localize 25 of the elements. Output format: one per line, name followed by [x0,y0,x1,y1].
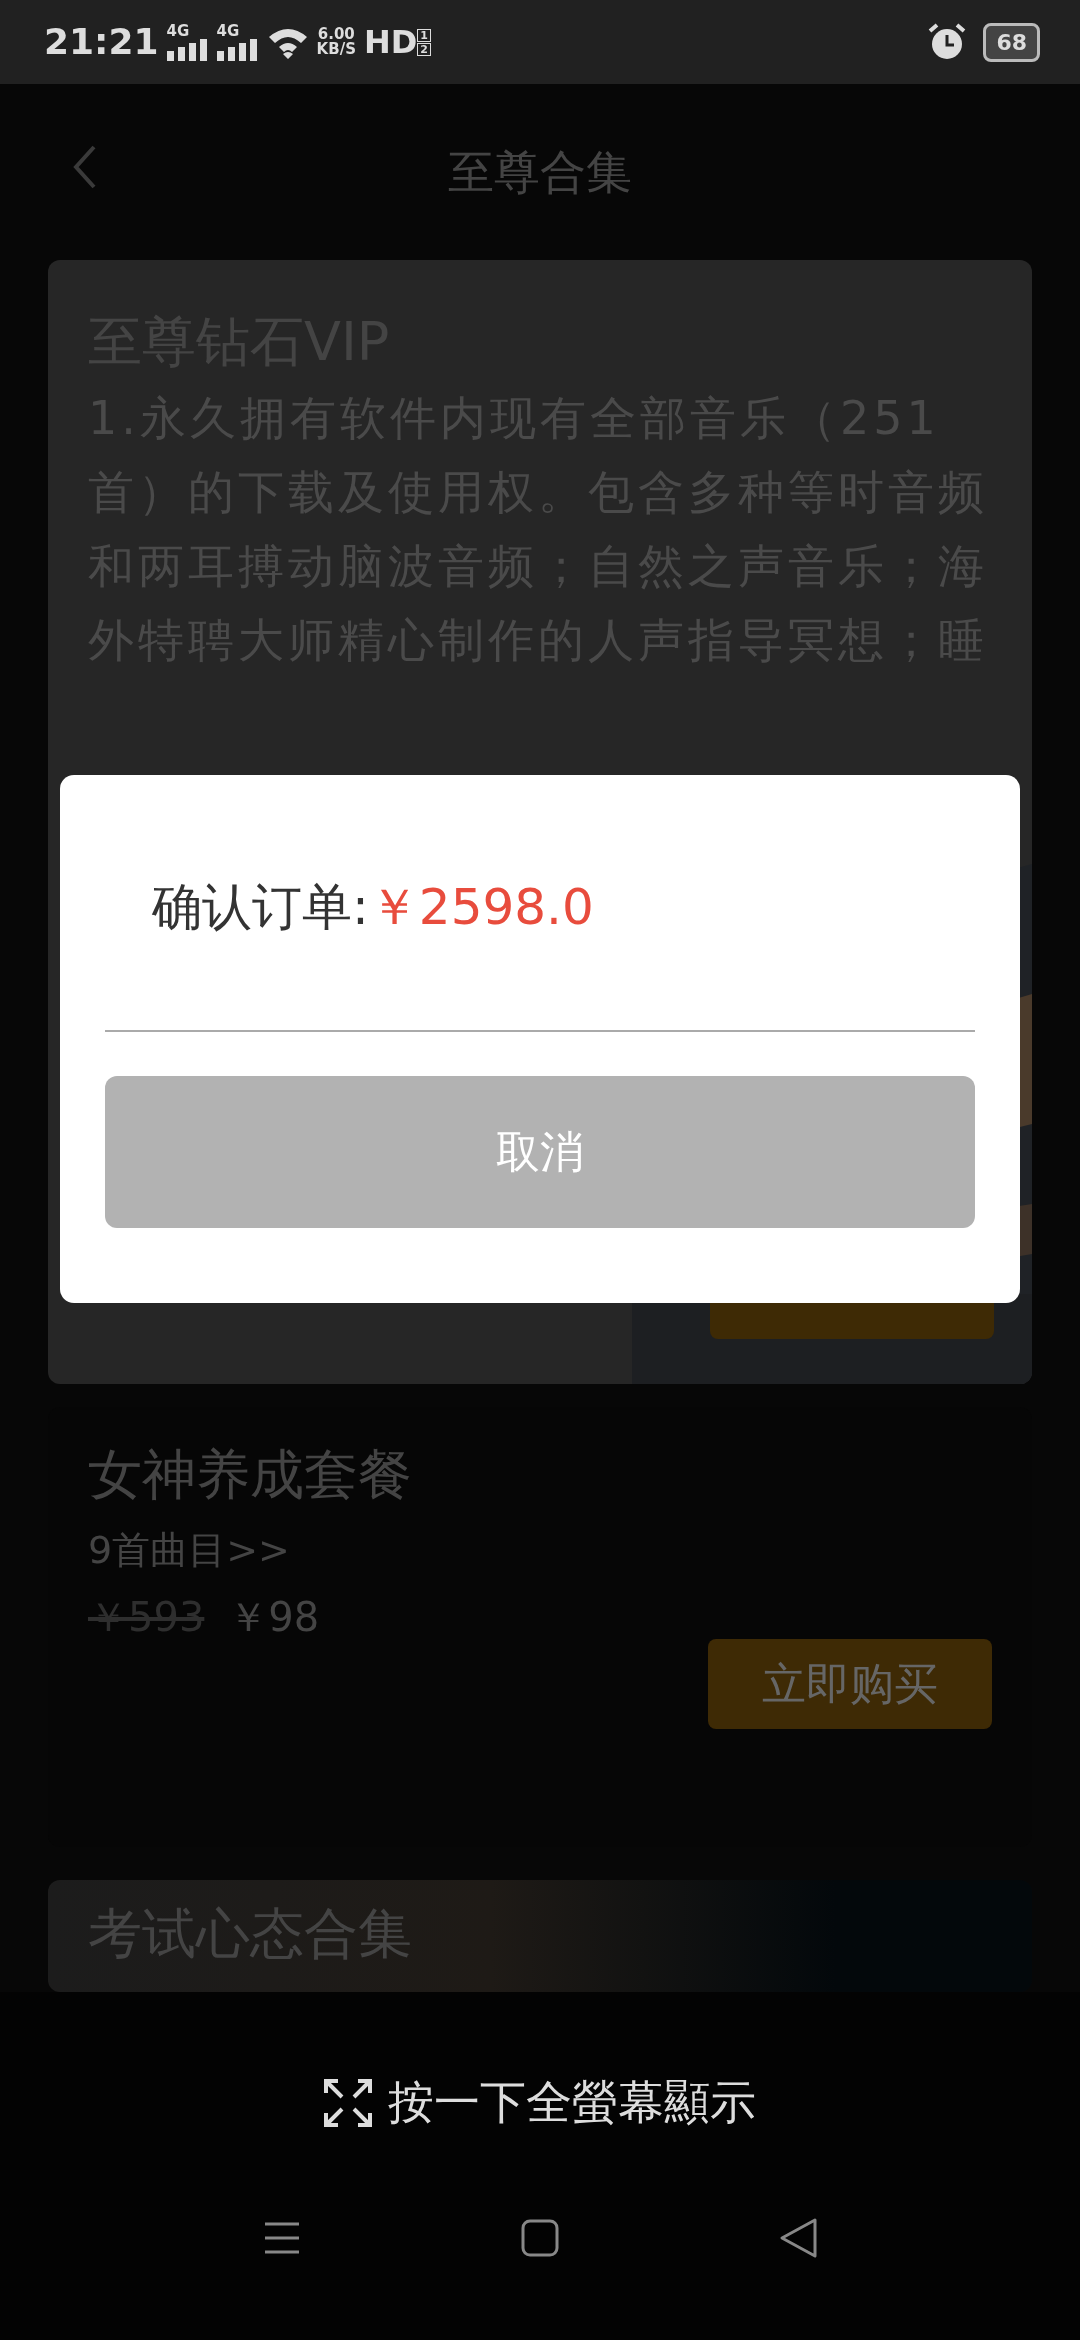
home-icon[interactable] [521,2219,559,2257]
sim-number: 2 [417,42,431,56]
network-type: 4G [216,23,241,39]
buy-button[interactable]: 立即购买 [708,1638,992,1729]
order-amount: ￥2598.0 [368,878,594,936]
alarm-icon [927,22,968,62]
package-title: 女神养成套餐 [88,1443,413,1508]
signal-icon [216,38,259,61]
signal-icon [166,38,209,61]
speed-unit: KB/S [316,42,356,57]
fullscreen-icon [324,2078,372,2127]
page-title: 至尊合集 [448,143,632,201]
back-icon[interactable] [779,2217,817,2259]
network-speed: 6.00 [317,27,355,42]
clock-time: 21:21 [44,20,159,64]
track-count-link[interactable]: 9首曲目>> [88,1521,992,1579]
fullscreen-hint[interactable]: 按一下全螢幕顯示 [388,2068,756,2137]
menu-icon[interactable] [263,2221,301,2255]
cancel-button[interactable]: 取消 [105,1076,975,1228]
order-label: 确认订单: [152,878,369,936]
hd-indicator: HD [363,22,418,63]
sale-price: ￥98 [228,1592,320,1642]
network-type: 4G [166,23,191,39]
sim-number: 1 [417,28,431,42]
battery-level: 68 [983,22,1040,62]
